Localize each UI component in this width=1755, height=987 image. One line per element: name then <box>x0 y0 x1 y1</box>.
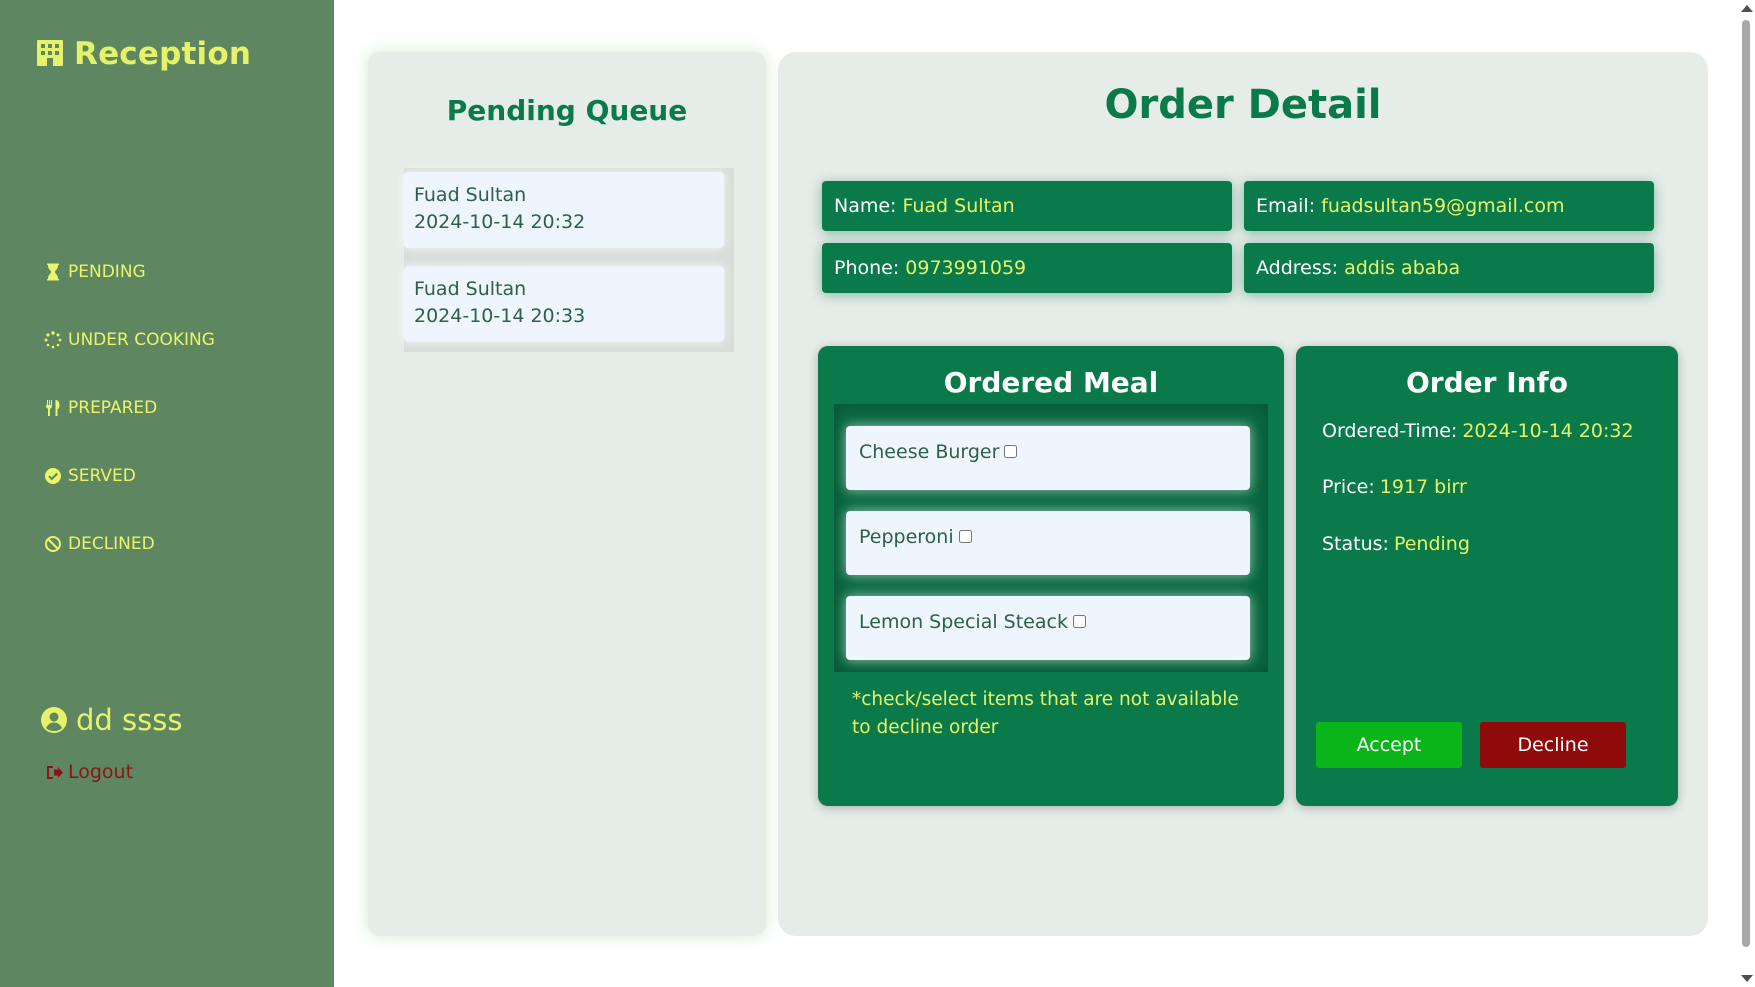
queue-item[interactable]: Fuad Sultan 2024-10-14 20:32 <box>404 172 724 248</box>
decline-button[interactable]: Decline <box>1480 722 1626 768</box>
sidebar-nav: PENDING UNDER COOKING PREPARED SERVED DE… <box>44 238 215 578</box>
nav-item-label: DECLINED <box>68 534 155 554</box>
order-info-title: Order Info <box>1406 366 1568 399</box>
email-value: fuadsultan59@gmail.com <box>1321 195 1565 217</box>
check-circle-icon <box>45 468 61 484</box>
price-value: 1917 birr <box>1379 476 1467 498</box>
meal-item[interactable]: Pepperoni <box>846 511 1250 575</box>
pending-queue-panel: Pending Queue Fuad Sultan 2024-10-14 20:… <box>368 52 766 936</box>
name-value: Fuad Sultan <box>902 195 1015 217</box>
ban-icon <box>45 536 61 552</box>
accept-button[interactable]: Accept <box>1316 722 1462 768</box>
nav-item-pending[interactable]: PENDING <box>44 238 215 306</box>
vertical-scrollbar[interactable] <box>1737 0 1755 987</box>
meal-item-label: Pepperoni <box>859 526 954 548</box>
spinner-icon <box>44 331 62 349</box>
phone-value: 0973991059 <box>905 257 1027 279</box>
meal-item-label: Cheese Burger <box>859 441 1000 463</box>
ordered-time-value: 2024-10-14 20:32 <box>1462 420 1634 442</box>
building-icon <box>37 40 63 66</box>
nav-item-label: PENDING <box>68 262 146 282</box>
status-label: Status: <box>1322 533 1389 555</box>
queue-title: Pending Queue <box>446 94 688 127</box>
customer-address-field: Address: addis ababa <box>1244 243 1654 293</box>
price-label: Price: <box>1322 476 1375 498</box>
email-label: Email: <box>1256 195 1316 217</box>
scroll-up-arrow-icon[interactable] <box>1741 5 1753 12</box>
order-detail-panel: Order Detail Name: Fuad Sultan Email: fu… <box>778 52 1708 936</box>
nav-item-prepared[interactable]: PREPARED <box>44 374 215 442</box>
nav-item-label: PREPARED <box>68 398 158 418</box>
nav-item-declined[interactable]: DECLINED <box>44 510 215 578</box>
queue-list: Fuad Sultan 2024-10-14 20:32 Fuad Sultan… <box>404 168 734 352</box>
customer-name-field: Name: Fuad Sultan <box>822 181 1232 231</box>
name-label: Name: <box>834 195 897 217</box>
ordered-time-label: Ordered-Time: <box>1322 420 1458 442</box>
queue-item-name: Fuad Sultan <box>414 184 527 206</box>
ordered-meal-title: Ordered Meal <box>943 366 1159 399</box>
nav-item-served[interactable]: SERVED <box>44 442 215 510</box>
meal-list: Cheese Burger Pepperoni Lemon Special St… <box>834 404 1268 672</box>
hourglass-icon <box>47 263 59 281</box>
address-value: addis ababa <box>1344 257 1461 279</box>
nav-item-label: SERVED <box>68 466 136 486</box>
nav-item-label: UNDER COOKING <box>68 330 215 350</box>
brand: Reception <box>34 36 251 72</box>
user-circle-icon <box>41 707 67 733</box>
meal-item-checkbox[interactable] <box>1004 445 1018 458</box>
meal-item-label: Lemon Special Steack <box>859 611 1068 633</box>
utensils-icon <box>46 400 60 416</box>
address-label: Address: <box>1256 257 1339 279</box>
queue-item-time: 2024-10-14 20:33 <box>414 305 586 327</box>
user-name: dd ssss <box>76 703 183 737</box>
ordered-time-row: Ordered-Time: 2024-10-14 20:32 <box>1322 420 1634 442</box>
customer-phone-field: Phone: 0973991059 <box>822 243 1232 293</box>
logout-label: Logout <box>68 761 134 783</box>
user-profile: dd ssss <box>40 703 182 737</box>
status-value: Pending <box>1393 533 1470 555</box>
logout-icon <box>47 765 63 779</box>
queue-item-time: 2024-10-14 20:32 <box>414 211 586 233</box>
meal-item[interactable]: Lemon Special Steack <box>846 596 1250 660</box>
logout-button[interactable]: Logout <box>45 761 133 783</box>
nav-item-under-cooking[interactable]: UNDER COOKING <box>44 306 215 374</box>
status-row: Status: Pending <box>1322 533 1470 555</box>
order-detail-title: Order Detail <box>1104 82 1382 128</box>
customer-email-field: Email: fuadsultan59@gmail.com <box>1244 181 1654 231</box>
scroll-down-arrow-icon[interactable] <box>1741 975 1753 982</box>
queue-item-name: Fuad Sultan <box>414 278 527 300</box>
scroll-thumb[interactable] <box>1742 20 1750 947</box>
meal-item[interactable]: Cheese Burger <box>846 426 1250 490</box>
phone-label: Phone: <box>834 257 900 279</box>
queue-item[interactable]: Fuad Sultan 2024-10-14 20:33 <box>404 266 724 342</box>
price-row: Price: 1917 birr <box>1322 476 1467 498</box>
meal-item-checkbox[interactable] <box>1072 615 1086 628</box>
sidebar: Reception PENDING UNDER COOKING PREPARED… <box>0 0 334 987</box>
ordered-meal-card: Ordered Meal Cheese Burger Pepperoni Lem… <box>818 346 1284 806</box>
decline-hint: *check/select items that are not availab… <box>852 689 1239 738</box>
brand-title: Reception <box>74 36 252 72</box>
order-info-card: Order Info Ordered-Time: 2024-10-14 20:32… <box>1296 346 1678 806</box>
meal-item-checkbox[interactable] <box>958 530 972 543</box>
